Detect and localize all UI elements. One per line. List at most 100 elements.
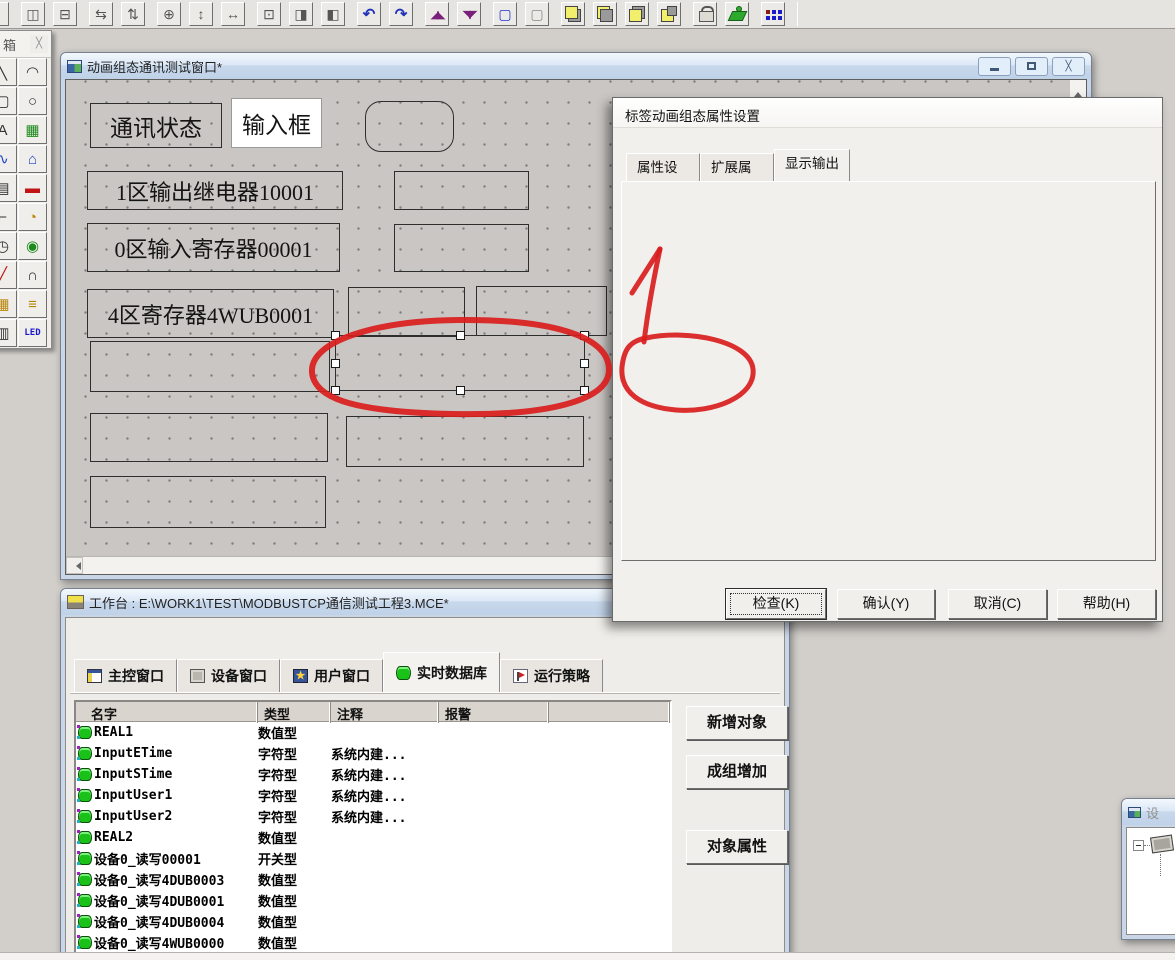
bring-to-front-icon[interactable] — [561, 2, 585, 26]
confirm-button[interactable]: 确认(Y) — [837, 589, 935, 619]
tab-device-window[interactable]: 设备窗口 — [177, 659, 280, 692]
table-row[interactable]: 设备0_读写00001开关型 — [76, 848, 670, 869]
canvas-box-reg4[interactable]: 4区寄存器4WUB0001 — [87, 289, 334, 338]
rotate-right-icon[interactable]: ↷ — [389, 2, 413, 26]
table-row[interactable]: REAL1数值型 — [76, 722, 670, 743]
rounded-rect-tool[interactable]: ▢ — [0, 87, 17, 115]
dial-tool[interactable]: ◔ — [18, 203, 47, 231]
tab-main-window[interactable]: 主控窗口 — [74, 659, 177, 692]
led-tool[interactable]: LED — [18, 319, 47, 347]
partial-icon[interactable] — [0, 2, 9, 26]
flip-vertical-icon[interactable]: ◥◤ — [457, 2, 481, 26]
col-comment[interactable]: 注释 — [331, 702, 439, 723]
bring-forward-icon[interactable] — [625, 2, 649, 26]
tab-extended-properties[interactable]: 扩展属性 — [700, 153, 774, 181]
pen-tool[interactable]: ╱ — [0, 261, 17, 289]
canvas-box-empty[interactable] — [394, 224, 529, 272]
clock-tool[interactable]: ◷ — [0, 232, 17, 260]
arc-tool[interactable]: ◠ — [18, 58, 47, 86]
bitmap-tool[interactable]: ▦ — [18, 116, 47, 144]
selection-handle[interactable] — [580, 331, 589, 340]
col-alarm[interactable]: 报警 — [439, 702, 549, 723]
device-chip-icon[interactable] — [1150, 835, 1174, 854]
equal-width-icon[interactable]: ↔ — [221, 2, 245, 26]
lock-icon[interactable] — [693, 2, 717, 26]
canvas-box-selected[interactable] — [335, 335, 585, 391]
table-row[interactable]: InputETime字符型系统内建... — [76, 743, 670, 764]
tab-run-strategy[interactable]: 运行策略 — [500, 659, 603, 692]
flip-horizontal-icon[interactable]: ◢◣ — [425, 2, 449, 26]
text-tool[interactable]: A — [0, 116, 17, 144]
storage-tool[interactable]: ≡ — [18, 290, 47, 318]
align-center-icon[interactable]: ⊡ — [257, 2, 281, 26]
align-vertical-icon[interactable]: ⊟ — [53, 2, 77, 26]
canvas-box-empty[interactable] — [476, 286, 607, 336]
grid-icon[interactable] — [761, 2, 785, 26]
pipe-tool[interactable]: ⌐ — [0, 203, 17, 231]
selection-handle[interactable] — [331, 386, 340, 395]
canvas-box-empty[interactable] — [346, 416, 584, 467]
send-backward-icon[interactable] — [657, 2, 681, 26]
ungroup-icon[interactable]: ▢ — [525, 2, 549, 26]
selection-handle[interactable] — [331, 331, 340, 340]
meter-tool[interactable]: ▤ — [0, 174, 17, 202]
space-equal-vertical-icon[interactable]: ⇅ — [121, 2, 145, 26]
close-icon[interactable]: ╳ — [1052, 57, 1085, 76]
close-icon[interactable]: ╳ — [30, 35, 48, 53]
indicator-light-tool[interactable]: ◉ — [18, 232, 47, 260]
add-object-button[interactable]: 新增对象 — [686, 706, 788, 740]
table-row[interactable]: 设备0_读写4WUB0000数值型 — [76, 932, 670, 953]
toolbox-titlebar[interactable]: 箱 ╳ — [0, 31, 51, 58]
chart-tool[interactable]: ∿ — [0, 145, 17, 173]
align-both-icon[interactable]: ◧ — [321, 2, 345, 26]
equal-height-icon[interactable]: ↕ — [189, 2, 213, 26]
design-window-titlebar[interactable]: 动画组态通讯测试窗口* ╳ — [61, 53, 1091, 79]
selection-handle[interactable] — [580, 386, 589, 395]
table-row[interactable]: InputUser1字符型系统内建... — [76, 785, 670, 806]
table-row[interactable]: 设备0_读写4DUB0004数值型 — [76, 911, 670, 932]
help-button[interactable]: 帮助(H) — [1057, 589, 1156, 619]
variable-table[interactable]: 名字 类型 注释 报警 REAL1数值型 InputETime字符型系统内建..… — [74, 700, 672, 960]
ellipse-tool[interactable]: ○ — [18, 87, 47, 115]
canvas-box-rounded[interactable] — [365, 101, 454, 152]
align-middle-icon[interactable]: ◨ — [289, 2, 313, 26]
canvas-box-comm-status[interactable]: 通讯状态 — [90, 103, 222, 148]
selection-handle[interactable] — [580, 359, 589, 368]
canvas-box-relay[interactable]: 1区输出继电器10001 — [87, 171, 343, 210]
canvas-box-empty[interactable] — [348, 287, 465, 337]
tab-property-settings[interactable]: 属性设置 — [626, 153, 700, 181]
selection-handle[interactable] — [456, 331, 465, 340]
effect-icon[interactable] — [725, 2, 749, 26]
tab-realtime-database[interactable]: 实时数据库 — [383, 652, 500, 692]
align-horizontal-icon[interactable]: ◫ — [21, 2, 45, 26]
selection-handle[interactable] — [331, 359, 340, 368]
minimize-icon[interactable] — [978, 57, 1011, 76]
center-in-window-icon[interactable]: ⊕ — [157, 2, 181, 26]
device-window-titlebar[interactable]: 设 — [1122, 799, 1175, 825]
col-name[interactable]: 名字 — [76, 702, 258, 723]
table-row[interactable]: InputUser2字符型系统内建... — [76, 806, 670, 827]
object-properties-button[interactable]: 对象属性 — [686, 830, 788, 864]
space-equal-horizontal-icon[interactable]: ⇆ — [89, 2, 113, 26]
maximize-icon[interactable] — [1015, 57, 1048, 76]
percent-bar-tool[interactable]: ▬ — [18, 174, 47, 202]
tab-display-output[interactable]: 显示输出 — [774, 149, 850, 181]
check-button[interactable]: 检查(K) — [726, 589, 826, 619]
canvas-box-empty[interactable] — [90, 341, 330, 392]
send-to-back-icon[interactable] — [593, 2, 617, 26]
animation-tool[interactable]: ⌂ — [18, 145, 47, 173]
table-row[interactable]: InputSTime字符型系统内建... — [76, 764, 670, 785]
canvas-box-empty[interactable] — [394, 171, 529, 210]
tab-user-window[interactable]: ★用户窗口 — [280, 659, 383, 692]
report-tool[interactable]: ▥ — [0, 319, 17, 347]
rotate-left-icon[interactable]: ↶ — [357, 2, 381, 26]
table-row[interactable]: 设备0_读写4DUB0003数值型 — [76, 869, 670, 890]
canvas-box-input-reg[interactable]: 0区输入寄存器00001 — [87, 223, 340, 272]
group-add-button[interactable]: 成组增加 — [686, 755, 788, 789]
selection-handle[interactable] — [456, 386, 465, 395]
tree-collapse-toggle[interactable] — [1133, 840, 1144, 851]
alarm-tool[interactable]: ∩ — [18, 261, 47, 289]
canvas-box-input[interactable]: 输入框 — [231, 98, 322, 148]
line-tool[interactable]: ╲ — [0, 58, 17, 86]
col-type[interactable]: 类型 — [258, 702, 331, 723]
